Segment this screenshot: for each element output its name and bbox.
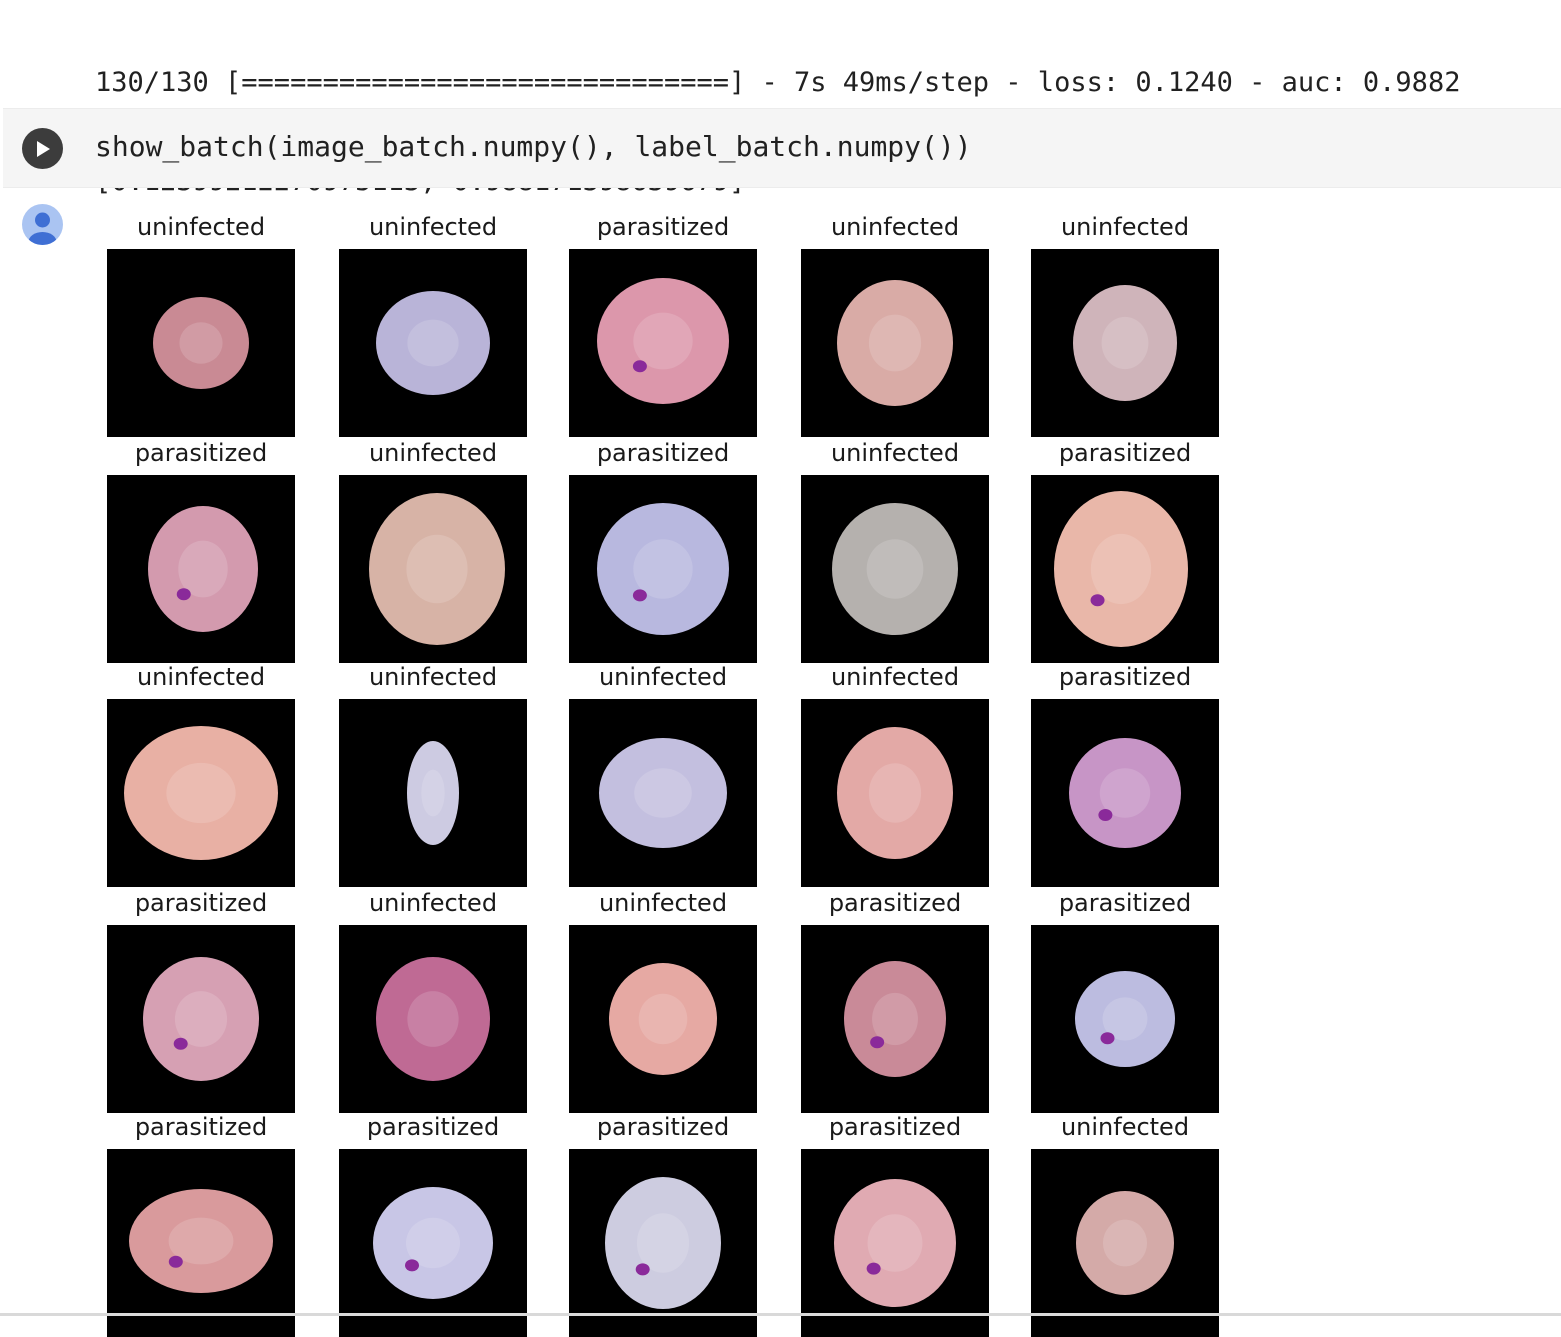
- image-title: uninfected: [830, 663, 960, 691]
- image-title: parasitized: [134, 439, 268, 467]
- cell-image: [107, 699, 295, 887]
- cell-image: [107, 475, 295, 663]
- image-title: uninfected: [368, 439, 498, 467]
- cell-image: [107, 1149, 295, 1337]
- image-title: parasitized: [134, 1113, 268, 1141]
- cell-image: [339, 249, 527, 437]
- cell-image: [1031, 699, 1219, 887]
- image-title: parasitized: [366, 1113, 500, 1141]
- image-title: parasitized: [596, 1113, 730, 1141]
- image-title: uninfected: [598, 663, 728, 691]
- image-title: parasitized: [1058, 663, 1192, 691]
- cell-image: [569, 475, 757, 663]
- cell-image: [801, 249, 989, 437]
- cell-image: [801, 1149, 989, 1337]
- cell-image: [1031, 249, 1219, 437]
- cell-image: [339, 699, 527, 887]
- cell-image: [569, 925, 757, 1113]
- cell-image: [569, 1149, 757, 1337]
- cell-image: [1031, 475, 1219, 663]
- image-batch-grid: uninfected uninfected parasitized uninfecte…: [0, 0, 1561, 1337]
- image-title: uninfected: [830, 439, 960, 467]
- image-title: parasitized: [596, 213, 730, 241]
- image-title: uninfected: [136, 213, 266, 241]
- image-title: uninfected: [368, 213, 498, 241]
- image-title: parasitized: [1058, 889, 1192, 917]
- cell-image: [801, 699, 989, 887]
- image-title: uninfected: [598, 889, 728, 917]
- cell-image: [107, 925, 295, 1113]
- cell-image: [801, 925, 989, 1113]
- cell-image: [339, 1149, 527, 1337]
- image-title: uninfected: [1060, 1113, 1190, 1141]
- image-title: uninfected: [368, 889, 498, 917]
- image-title: uninfected: [368, 663, 498, 691]
- image-title: uninfected: [830, 213, 960, 241]
- image-title: parasitized: [596, 439, 730, 467]
- image-title: uninfected: [1060, 213, 1190, 241]
- image-title: parasitized: [828, 889, 962, 917]
- cell-image: [339, 925, 527, 1113]
- cell-image: [569, 699, 757, 887]
- image-title: parasitized: [1058, 439, 1192, 467]
- cell-image: [107, 249, 295, 437]
- cell-image: [569, 249, 757, 437]
- cell-image: [1031, 925, 1219, 1113]
- image-title: parasitized: [828, 1113, 962, 1141]
- image-title: parasitized: [134, 889, 268, 917]
- cell-image: [801, 475, 989, 663]
- cell-image: [1031, 1149, 1219, 1337]
- cell-image: [339, 475, 527, 663]
- image-title: uninfected: [136, 663, 266, 691]
